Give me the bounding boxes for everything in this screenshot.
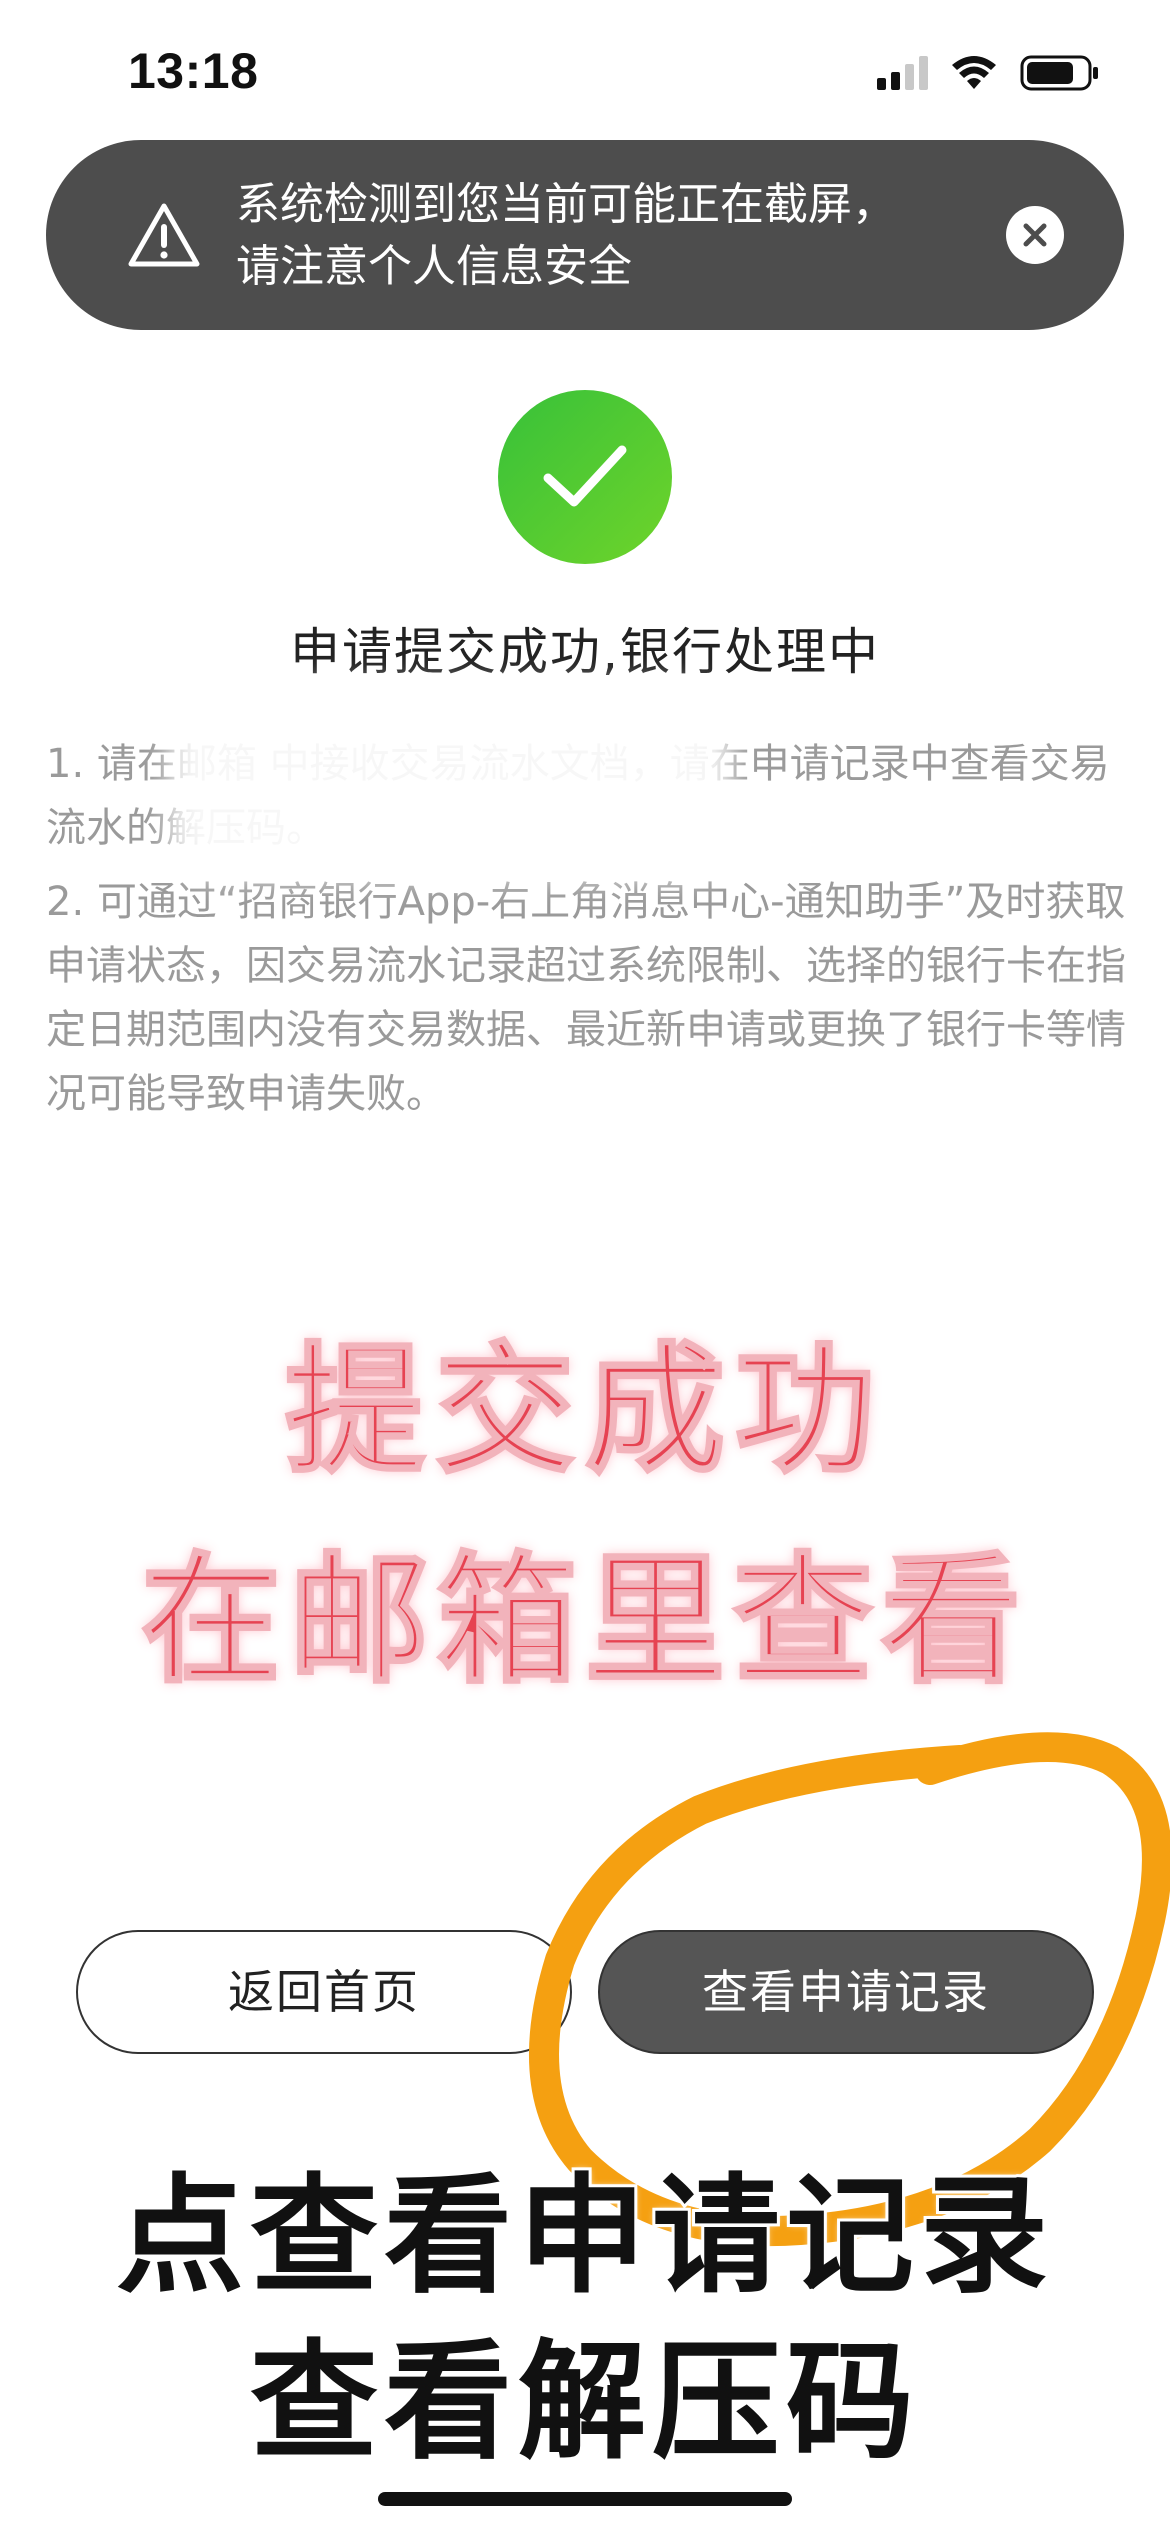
overlay-caption-view-password: 查看解压码	[247, 2325, 920, 2480]
screen: 13:18 系统检测到您当前可能正在截屏， 请注意个人信息安全 申请提交成功,银…	[0, 0, 1170, 2532]
home-indicator	[378, 2492, 792, 2506]
overlay-caption-tap-records: 点查看申请记录	[113, 2159, 1054, 2314]
